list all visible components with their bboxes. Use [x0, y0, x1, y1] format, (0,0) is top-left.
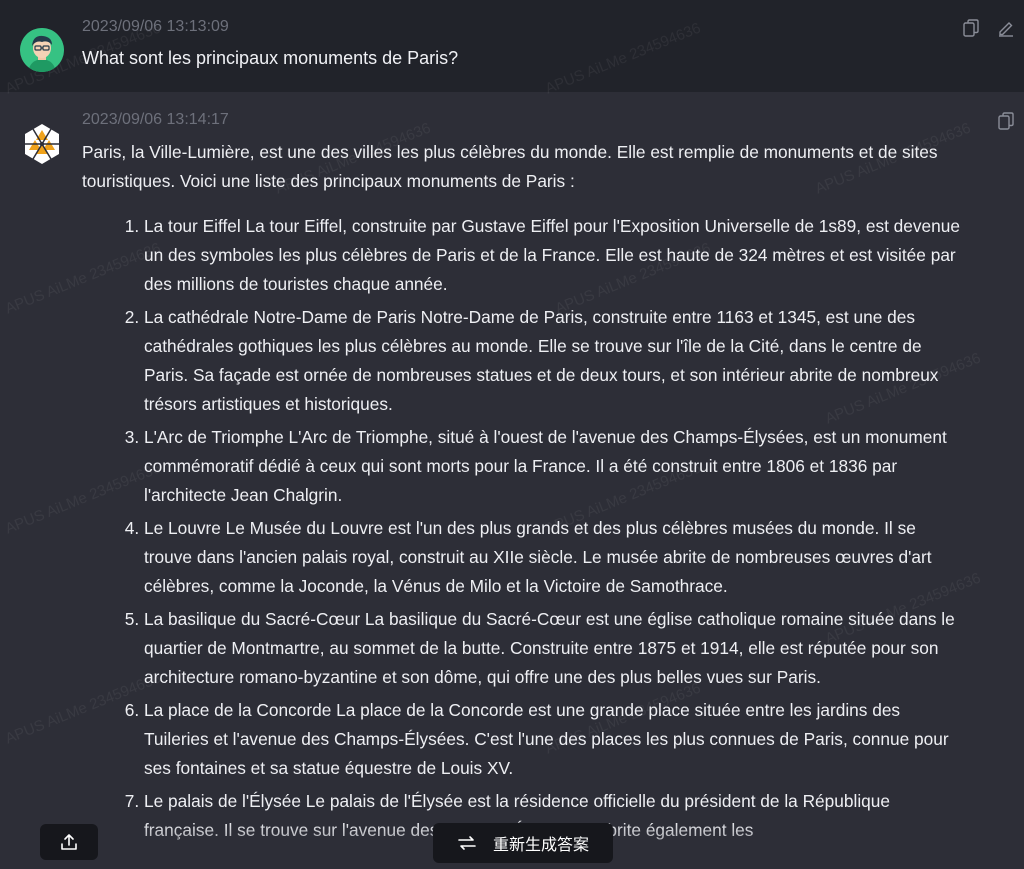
copy-icon[interactable]	[996, 111, 1016, 131]
list-item: La cathédrale Notre-Dame de Paris Notre-…	[144, 303, 962, 419]
edit-icon[interactable]	[996, 18, 1016, 38]
refresh-icon	[458, 836, 476, 850]
copy-icon[interactable]	[961, 18, 981, 38]
user-question-text: What sont les principaux monuments de Pa…	[82, 48, 459, 68]
ai-message-timestamp: 2023/09/06 13:14:17	[82, 111, 229, 128]
list-item: Le Louvre Le Musée du Louvre est l'un de…	[144, 514, 962, 601]
list-item: L'Arc de Triomphe L'Arc de Triomphe, sit…	[144, 423, 962, 510]
answer-intro: Paris, la Ville-Lumière, est une des vil…	[82, 142, 938, 191]
list-item: La basilique du Sacré-Cœur La basilique …	[144, 605, 962, 692]
ai-avatar-icon	[20, 122, 64, 166]
regenerate-label: 重新生成答案	[492, 837, 589, 854]
monument-list: La tour Eiffel La tour Eiffel, construit…	[82, 212, 962, 845]
list-item: La place de la Concorde La place de la C…	[144, 696, 962, 783]
regenerate-button[interactable]: 重新生成答案	[433, 823, 613, 863]
list-item: La tour Eiffel La tour Eiffel, construit…	[144, 212, 962, 299]
share-button[interactable]	[40, 824, 98, 860]
ai-answer: Paris, la Ville-Lumière, est une des vil…	[82, 138, 962, 849]
user-avatar-icon	[20, 28, 64, 72]
user-message-timestamp: 2023/09/06 13:13:09	[82, 18, 229, 35]
share-icon	[61, 834, 77, 850]
user-message-block	[0, 0, 1024, 92]
